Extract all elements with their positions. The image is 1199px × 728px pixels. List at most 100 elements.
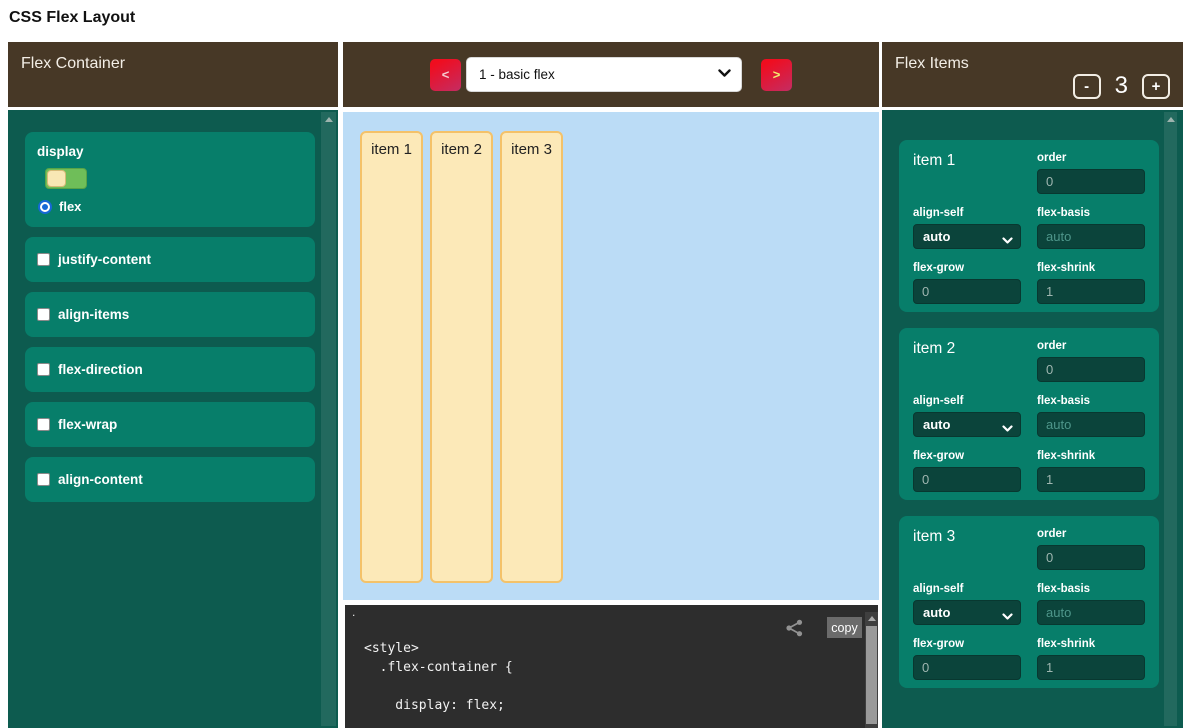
align-self-label: align-self xyxy=(913,395,1021,407)
flex-preview-container: item 1 item 2 item 3 xyxy=(343,112,879,600)
align-items-card[interactable]: align-items xyxy=(25,292,315,337)
scroll-up-icon[interactable] xyxy=(868,616,876,621)
item-1-title: item 1 xyxy=(913,152,1021,194)
flex-grow-input[interactable] xyxy=(913,279,1021,304)
align-items-label: align-items xyxy=(58,307,129,322)
item-2-flex-grow-field: flex-grow xyxy=(913,450,1021,492)
flex-shrink-input[interactable] xyxy=(1037,467,1145,492)
remove-item-button[interactable]: - xyxy=(1073,74,1101,99)
item-1-flex-basis-field: flex-basis xyxy=(1037,207,1145,249)
flex-basis-input[interactable] xyxy=(1037,600,1145,625)
align-self-label: align-self xyxy=(913,207,1021,219)
flex-shrink-label: flex-shrink xyxy=(1037,638,1145,650)
display-toggle[interactable] xyxy=(45,168,87,189)
display-toggle-knob xyxy=(47,170,66,187)
align-items-checkbox[interactable] xyxy=(37,308,50,321)
preview-column: < 1 - basic flex > item 1 item 2 item 3 … xyxy=(343,42,879,728)
flex-container-scrollbar[interactable] xyxy=(321,112,336,726)
flex-container-header: Flex Container xyxy=(8,42,338,107)
item-3-title: item 3 xyxy=(913,528,1021,570)
align-self-select[interactable]: auto xyxy=(913,412,1021,437)
flex-wrap-card[interactable]: flex-wrap xyxy=(25,402,315,447)
flex-items-body: item 1 order align-self auto flex-basis … xyxy=(882,110,1183,728)
justify-content-card[interactable]: justify-content xyxy=(25,237,315,282)
align-content-checkbox[interactable] xyxy=(37,473,50,486)
flex-basis-input[interactable] xyxy=(1037,412,1145,437)
item-2-flex-shrink-field: flex-shrink xyxy=(1037,450,1145,492)
code-dot: . xyxy=(352,605,355,619)
flex-grow-label: flex-grow xyxy=(913,262,1021,274)
flex-radio[interactable] xyxy=(38,200,52,214)
item-1-flex-shrink-field: flex-shrink xyxy=(1037,262,1145,304)
item-2-flex-basis-field: flex-basis xyxy=(1037,395,1145,437)
order-input[interactable] xyxy=(1037,357,1145,382)
align-self-select-wrap: auto xyxy=(913,228,1021,245)
flex-direction-checkbox[interactable] xyxy=(37,363,50,376)
item-1-card: item 1 order align-self auto flex-basis … xyxy=(899,140,1159,312)
flex-items-scrollbar[interactable] xyxy=(1164,112,1177,726)
flex-items-header: Flex Items - 3 + xyxy=(882,42,1183,107)
align-self-select[interactable]: auto xyxy=(913,600,1021,625)
prev-example-button[interactable]: < xyxy=(430,59,461,91)
flex-shrink-label: flex-shrink xyxy=(1037,450,1145,462)
align-self-select-wrap: auto xyxy=(913,416,1021,433)
flex-direction-card[interactable]: flex-direction xyxy=(25,347,315,392)
scroll-up-icon[interactable] xyxy=(325,117,333,122)
next-example-button[interactable]: > xyxy=(761,59,792,91)
order-input[interactable] xyxy=(1037,545,1145,570)
justify-content-label: justify-content xyxy=(58,252,151,267)
align-self-select[interactable]: auto xyxy=(913,224,1021,249)
preview-item-1: item 1 xyxy=(360,131,423,583)
preview-item-2: item 2 xyxy=(430,131,493,583)
flex-container-body: display flex justify-content align-items… xyxy=(8,110,338,728)
flex-grow-input[interactable] xyxy=(913,655,1021,680)
align-self-select-wrap: auto xyxy=(913,604,1021,621)
flex-container-title: Flex Container xyxy=(21,55,125,73)
item-2-order-field: order xyxy=(1037,340,1145,382)
flex-basis-label: flex-basis xyxy=(1037,207,1145,219)
order-label: order xyxy=(1037,152,1145,164)
display-card: display flex xyxy=(25,132,315,227)
display-flex-option[interactable]: flex xyxy=(38,199,315,214)
add-item-button[interactable]: + xyxy=(1142,74,1170,99)
flex-wrap-checkbox[interactable] xyxy=(37,418,50,431)
item-1-align-self-field: align-self auto xyxy=(913,207,1021,249)
flex-grow-input[interactable] xyxy=(913,467,1021,492)
item-2-card: item 2 order align-self auto flex-basis … xyxy=(899,328,1159,500)
flex-container-panel: Flex Container display flex justify-cont… xyxy=(8,42,338,728)
item-3-flex-shrink-field: flex-shrink xyxy=(1037,638,1145,680)
item-3-align-self-field: align-self auto xyxy=(913,583,1021,625)
order-input[interactable] xyxy=(1037,169,1145,194)
display-label: display xyxy=(37,144,315,159)
item-3-flex-basis-field: flex-basis xyxy=(1037,583,1145,625)
code-line: display: flex; xyxy=(364,696,513,715)
scroll-up-icon[interactable] xyxy=(1167,117,1175,122)
flex-shrink-input[interactable] xyxy=(1037,655,1145,680)
copy-button[interactable]: copy xyxy=(827,617,862,638)
align-self-label: align-self xyxy=(913,583,1021,595)
flex-basis-label: flex-basis xyxy=(1037,583,1145,595)
code-line: <style> xyxy=(364,639,513,658)
flex-items-panel: Flex Items - 3 + item 1 order align-self… xyxy=(882,42,1183,728)
flex-items-title: Flex Items xyxy=(895,55,969,73)
flex-direction-label: flex-direction xyxy=(58,362,143,377)
flex-basis-label: flex-basis xyxy=(1037,395,1145,407)
align-content-card[interactable]: align-content xyxy=(25,457,315,502)
flex-grow-label: flex-grow xyxy=(913,450,1021,462)
flex-shrink-label: flex-shrink xyxy=(1037,262,1145,274)
item-counter: - 3 + xyxy=(1073,72,1170,100)
code-panel: . copy <style> .flex-container { display… xyxy=(345,605,878,728)
flex-wrap-label: flex-wrap xyxy=(58,417,117,432)
code-line xyxy=(364,677,513,696)
flex-basis-input[interactable] xyxy=(1037,224,1145,249)
flex-grow-label: flex-grow xyxy=(913,638,1021,650)
flex-shrink-input[interactable] xyxy=(1037,279,1145,304)
code-scrollbar[interactable] xyxy=(865,612,878,728)
item-3-flex-grow-field: flex-grow xyxy=(913,638,1021,680)
code-scroll-thumb[interactable] xyxy=(866,626,877,724)
share-icon[interactable] xyxy=(785,619,804,637)
example-select[interactable]: 1 - basic flex xyxy=(466,57,742,92)
align-content-label: align-content xyxy=(58,472,143,487)
justify-content-checkbox[interactable] xyxy=(37,253,50,266)
page-title: CSS Flex Layout xyxy=(9,9,135,27)
